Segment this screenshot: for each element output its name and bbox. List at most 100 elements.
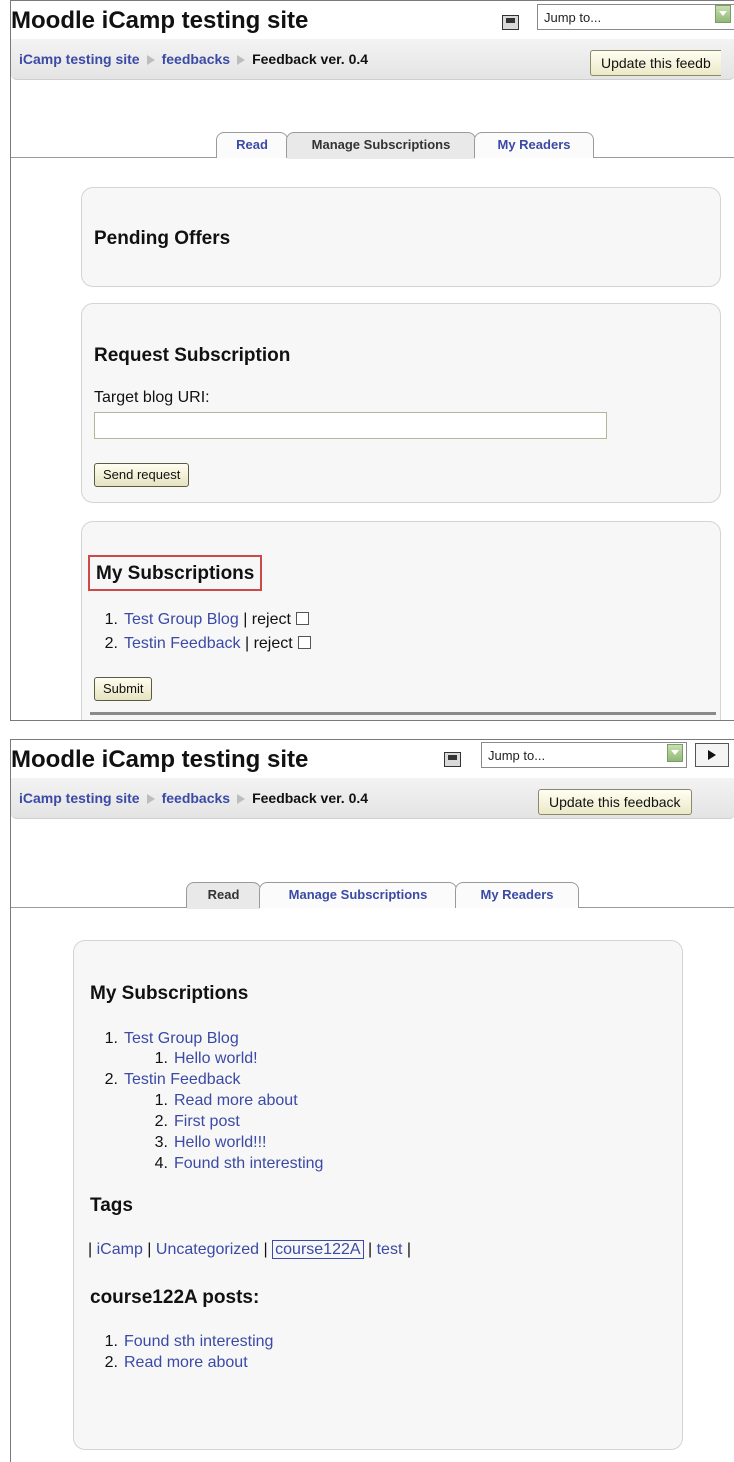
request-subscription-title: Request Subscription (94, 345, 291, 366)
screenshot-manage-subscriptions: Moodle iCamp testing site Jump to... iCa… (10, 0, 734, 721)
reject-label: | reject (244, 635, 293, 652)
target-blog-uri-input[interactable] (94, 412, 607, 439)
post-item: 2. First post (146, 1113, 240, 1131)
breadcrumb-separator-icon (237, 54, 246, 65)
tab-read[interactable]: Read (216, 132, 288, 158)
breadcrumb-separator-icon (237, 793, 246, 804)
breadcrumb-feedbacks[interactable]: feedbacks (162, 51, 230, 67)
tag-post-item: 2. Read more about (96, 1354, 248, 1372)
target-blog-label: Target blog URI: (94, 389, 210, 406)
item-number: 3. (154, 1134, 168, 1151)
tag-link-course122a[interactable]: course122A (272, 1240, 364, 1259)
tag-separator: | (263, 1241, 268, 1258)
navbar: iCamp testing site feedbacks Feedback ver.… (11, 778, 734, 819)
breadcrumb-site[interactable]: iCamp testing site (19, 51, 140, 67)
post-item: 4. Found sth interesting (146, 1155, 324, 1173)
blog-item: 1. Test Group Blog (96, 1030, 239, 1048)
subscription-link[interactable]: Testin Feedback (124, 635, 241, 652)
tab-bar: Read Manage Subscriptions My Readers (11, 128, 734, 159)
subscription-item: 2. Testin Feedback | reject (96, 635, 311, 653)
breadcrumb: iCamp testing site feedbacks Feedback ver.… (19, 790, 368, 806)
breadcrumb: iCamp testing site feedbacks Feedback ver.… (19, 51, 368, 67)
my-subscriptions-title: My Subscriptions (88, 555, 263, 591)
item-number: 1. (104, 1030, 118, 1047)
tag-link-test[interactable]: test (377, 1241, 403, 1258)
reject-checkbox[interactable] (295, 612, 309, 625)
header: Moodle iCamp testing site Jump to... (11, 740, 734, 778)
post-item: 1. Hello world! (146, 1050, 258, 1068)
tag-separator: | (367, 1241, 373, 1258)
item-number: 2. (104, 1071, 118, 1088)
reject-checkbox[interactable] (297, 636, 311, 649)
navbar: iCamp testing site feedbacks Feedback ver.… (11, 39, 734, 80)
my-subscriptions-title: My Subscriptions (90, 983, 249, 1004)
update-feedback-button[interactable]: Update this feedb (590, 50, 721, 76)
tab-my-readers[interactable]: My Readers (474, 132, 594, 158)
jump-to-select[interactable]: Jump to... (481, 742, 687, 768)
chevron-down-icon[interactable] (715, 5, 731, 23)
pending-offers-title: Pending Offers (94, 228, 231, 249)
breadcrumb-feedbacks[interactable]: feedbacks (162, 790, 230, 806)
blog-item: 2. Testin Feedback (96, 1071, 241, 1089)
tag-separator: | (88, 1241, 93, 1258)
tag-separator: | (147, 1241, 152, 1258)
tag-list: | iCamp | Uncategorized | course122A | t… (88, 1240, 411, 1259)
tab-manage-subscriptions[interactable]: Manage Subscriptions (286, 132, 476, 159)
site-title: Moodle iCamp testing site (11, 746, 309, 773)
post-link[interactable]: Read more about (174, 1092, 298, 1109)
item-number: 4. (154, 1155, 168, 1172)
breadcrumb-site[interactable]: iCamp testing site (19, 790, 140, 806)
tag-separator: | (406, 1241, 411, 1258)
submit-button[interactable]: Submit (94, 677, 153, 701)
tag-link-uncategorized[interactable]: Uncategorized (156, 1241, 259, 1258)
screenshot-read-tab: Moodle iCamp testing site Jump to... iCa… (10, 739, 734, 1462)
popup-icon[interactable] (502, 15, 519, 30)
tab-manage-subscriptions[interactable]: Manage Subscriptions (259, 882, 457, 908)
jump-to-select[interactable]: Jump to... (537, 4, 734, 30)
popup-icon[interactable] (444, 752, 461, 767)
chevron-down-icon[interactable] (667, 744, 683, 762)
subscription-item: 1. Test Group Blog | reject (96, 611, 309, 629)
tab-my-readers[interactable]: My Readers (455, 882, 579, 908)
item-number: 2. (104, 1354, 118, 1371)
breadcrumb-current: Feedback ver. 0.4 (252, 790, 369, 806)
header: Moodle iCamp testing site Jump to... (11, 1, 734, 39)
item-number: 2. (154, 1113, 168, 1130)
tags-title: Tags (90, 1195, 133, 1216)
play-icon[interactable] (695, 743, 729, 767)
tag-posts-title: course122A posts: (90, 1287, 260, 1308)
item-number: 2. (104, 635, 118, 652)
tag-post-link[interactable]: Read more about (124, 1354, 248, 1371)
tab-read[interactable]: Read (186, 882, 261, 909)
divider (90, 712, 716, 715)
tab-bar: Read Manage Subscriptions My Readers (11, 878, 734, 909)
pending-offers-box: Pending Offers (81, 187, 721, 287)
post-link[interactable]: Found sth interesting (174, 1155, 323, 1172)
blog-link[interactable]: Testin Feedback (124, 1071, 241, 1088)
read-content-box: My Subscriptions 1. Test Group Blog 1. Hel… (73, 940, 683, 1450)
subscription-link[interactable]: Test Group Blog (124, 611, 239, 628)
item-number: 1. (104, 611, 118, 628)
request-subscription-box: Request Subscription Target blog URI: Se… (81, 303, 721, 503)
send-request-button[interactable]: Send request (94, 463, 190, 487)
site-title: Moodle iCamp testing site (11, 7, 309, 34)
tag-post-link[interactable]: Found sth interesting (124, 1333, 273, 1350)
item-number: 1. (154, 1050, 168, 1067)
post-link[interactable]: First post (174, 1113, 240, 1130)
post-link[interactable]: Hello world!!! (174, 1134, 266, 1151)
post-item: 1. Read more about (146, 1092, 298, 1110)
item-number: 1. (154, 1092, 168, 1109)
jump-to-label: Jump to... (488, 748, 546, 763)
tag-post-item: 1. Found sth interesting (96, 1333, 274, 1351)
tag-link-icamp[interactable]: iCamp (97, 1241, 143, 1258)
item-number: 1. (104, 1333, 118, 1350)
breadcrumb-current: Feedback ver. 0.4 (252, 51, 369, 67)
jump-to-label: Jump to... (544, 10, 602, 25)
reject-label: | reject (243, 611, 291, 628)
blog-link[interactable]: Test Group Blog (124, 1030, 239, 1047)
breadcrumb-separator-icon (146, 793, 155, 804)
post-link[interactable]: Hello world! (174, 1050, 258, 1067)
my-subscriptions-box: My Subscriptions 1. Test Group Blog | rej… (81, 521, 721, 720)
update-feedback-button[interactable]: Update this feedback (538, 789, 692, 815)
post-item: 3. Hello world!!! (146, 1134, 267, 1152)
